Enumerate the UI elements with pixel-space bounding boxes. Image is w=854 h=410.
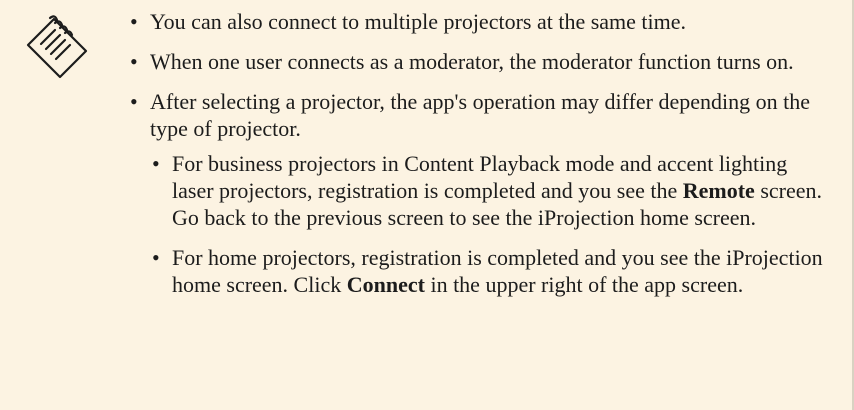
note-list: You can also connect to multiple project… bbox=[128, 8, 828, 311]
note-sub-item-home-projectors: For home projectors, registration is com… bbox=[150, 244, 828, 298]
note-item-multiple-projectors: You can also connect to multiple project… bbox=[128, 8, 828, 35]
note-item-moderator: When one user connects as a moderator, t… bbox=[128, 48, 828, 75]
note-item-text: When one user connects as a moderator, t… bbox=[150, 49, 794, 74]
connect-button-name: Connect bbox=[346, 272, 425, 297]
note-box: You can also connect to multiple project… bbox=[0, 0, 854, 410]
note-item-projector-type: After selecting a projector, the app's o… bbox=[128, 88, 828, 298]
remote-screen-name: Remote bbox=[682, 178, 755, 203]
note-sub-item-text: in the upper right of the app screen. bbox=[424, 272, 744, 297]
note-item-text: You can also connect to multiple project… bbox=[150, 9, 687, 34]
note-sub-item-business-projectors: For business projectors in Content Playb… bbox=[150, 150, 828, 231]
note-item-text: After selecting a projector, the app's o… bbox=[150, 89, 810, 141]
note-sub-list: For business projectors in Content Playb… bbox=[150, 150, 828, 298]
note-pad-icon bbox=[26, 15, 88, 79]
